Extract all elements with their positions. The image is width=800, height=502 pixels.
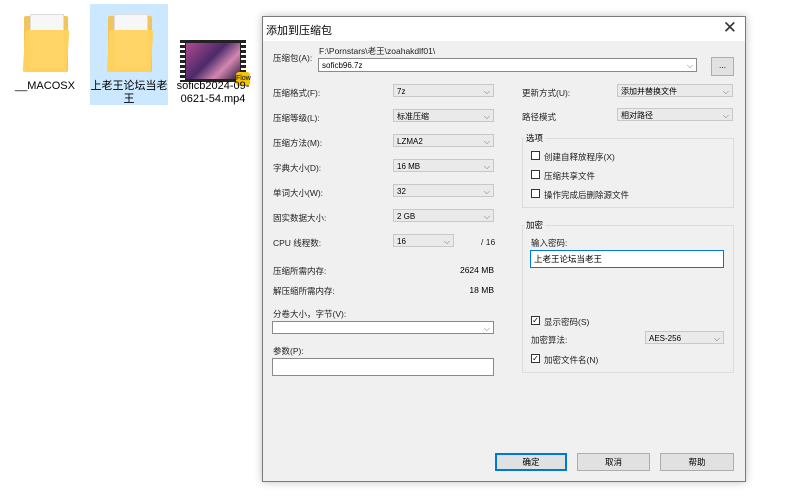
mem-decomp-label: 解压缩所需内存: (273, 286, 335, 296)
solid-label: 固实数据大小: (273, 213, 327, 223)
chevron-down-icon: ⌵ (483, 162, 490, 171)
archive-label: 压缩包(A): (273, 53, 313, 63)
add-to-archive-dialog: 添加到压缩包 ✕ 压缩包(A): F:\Pornstars\老王\zoahakd… (262, 16, 746, 482)
shared-label: 压缩共享文件 (544, 171, 596, 181)
cpu-total: / 16 (481, 237, 496, 247)
chevron-down-icon: ⌵ (722, 111, 729, 120)
show-password-checkbox[interactable] (531, 316, 540, 325)
pathmode-value: 相对路径 (621, 111, 653, 120)
video-thumbnail-icon: Flow (180, 40, 251, 86)
encrypt-names-label: 加密文件名(N) (544, 355, 599, 365)
desktop-icon-laowang-folder[interactable]: 上老王论坛当老王 (90, 4, 168, 105)
format-select[interactable]: 7z ⌵ (393, 84, 494, 97)
chevron-down-icon: ⌵ (483, 212, 490, 221)
params-label: 参数(P): (273, 346, 304, 356)
format-label: 压缩格式(F): (273, 88, 321, 98)
archive-path: F:\Pornstars\老王\zoahakdlf01\ (319, 46, 436, 56)
cancel-button[interactable]: 取消 (577, 453, 650, 471)
dict-label: 字典大小(D): (273, 163, 322, 173)
level-select[interactable]: 标准压缩 ⌵ (393, 109, 494, 122)
chevron-down-icon: ⌵ (483, 112, 490, 121)
sfx-checkbox[interactable] (531, 151, 540, 160)
update-label: 更新方式(U): (522, 88, 571, 98)
password-label: 输入密码: (531, 238, 568, 248)
password-input[interactable]: 上老王论坛当老王 (530, 250, 724, 268)
dict-select[interactable]: 16 MB ⌵ (393, 159, 494, 172)
desktop-icon-label: soficb2024-09-0621-54.mp4 (176, 80, 250, 105)
cpu-select[interactable]: 16 ⌵ (393, 234, 454, 247)
desktop-icon-macosx[interactable]: __MACOSX (6, 4, 84, 105)
mem-comp-label: 压缩所需内存: (273, 266, 327, 276)
level-value: 标准压缩 (397, 112, 429, 121)
enc-method-value: AES-256 (649, 334, 682, 343)
help-button[interactable]: 帮助 (660, 453, 734, 471)
update-select[interactable]: 添加并替换文件 ⌵ (617, 84, 733, 97)
pathmode-label: 路径模式 (522, 112, 557, 122)
dict-value: 16 MB (397, 162, 421, 171)
sfx-label: 创建自释放程序(X) (544, 152, 615, 162)
show-password-label: 显示密码(S) (544, 317, 590, 327)
encrypt-names-checkbox[interactable] (531, 354, 540, 363)
desktop-icon-video[interactable]: Flow soficb2024-09-0621-54.mp4 (174, 4, 252, 105)
level-label: 压缩等级(L): (273, 113, 320, 123)
dialog-title: 添加到压缩包 (266, 25, 332, 37)
split-label: 分卷大小，字节(V): (273, 309, 347, 319)
chevron-down-icon: ⌵ (483, 324, 490, 333)
method-label: 压缩方法(M): (273, 138, 323, 148)
chevron-down-icon: ⌵ (722, 87, 729, 96)
shared-checkbox[interactable] (531, 170, 540, 179)
params-input[interactable] (272, 358, 494, 376)
ok-button[interactable]: 确定 (495, 453, 567, 471)
chevron-down-icon: ⌵ (483, 137, 490, 146)
pathmode-select[interactable]: 相对路径 ⌵ (617, 108, 733, 121)
enc-method-label: 加密算法: (531, 335, 568, 345)
method-select[interactable]: LZMA2 ⌵ (393, 134, 494, 147)
desktop-icon-label: 上老王论坛当老王 (90, 80, 168, 105)
mem-comp-value: 2624 MB (459, 265, 494, 275)
cpu-label: CPU 线程数: (273, 238, 322, 248)
options-title: 选项 (524, 132, 546, 144)
chevron-down-icon: ⌵ (686, 61, 693, 70)
encryption-title: 加密 (524, 219, 546, 231)
enc-method-select[interactable]: AES-256 ⌵ (645, 331, 724, 344)
word-value: 32 (397, 187, 406, 196)
archive-name-value: soficb96.7z (322, 61, 363, 70)
mem-decomp-value: 18 MB (469, 285, 494, 295)
folder-icon (106, 12, 154, 72)
archive-name-combo[interactable]: soficb96.7z ⌵ (318, 58, 697, 72)
method-value: LZMA2 (397, 137, 423, 146)
browse-button[interactable]: ... (711, 57, 734, 76)
close-icon[interactable]: ✕ (723, 19, 737, 37)
delete-checkbox[interactable] (531, 189, 540, 198)
cpu-value: 16 (397, 237, 406, 246)
folder-icon (22, 12, 70, 72)
update-value: 添加并替换文件 (621, 87, 677, 96)
format-value: 7z (397, 87, 406, 96)
solid-select[interactable]: 2 GB ⌵ (393, 209, 494, 222)
chevron-down-icon: ⌵ (713, 334, 720, 343)
chevron-down-icon: ⌵ (483, 87, 490, 96)
desktop-icon-label: __MACOSX (15, 80, 75, 92)
chevron-down-icon: ⌵ (443, 237, 450, 246)
delete-label: 操作完成后删除源文件 (544, 190, 630, 200)
split-size-combo[interactable]: ⌵ (272, 321, 494, 334)
title-bar: 添加到压缩包 ✕ (263, 17, 745, 41)
word-label: 单词大小(W): (273, 188, 324, 198)
chevron-down-icon: ⌵ (483, 187, 490, 196)
word-select[interactable]: 32 ⌵ (393, 184, 494, 197)
solid-value: 2 GB (397, 212, 416, 221)
